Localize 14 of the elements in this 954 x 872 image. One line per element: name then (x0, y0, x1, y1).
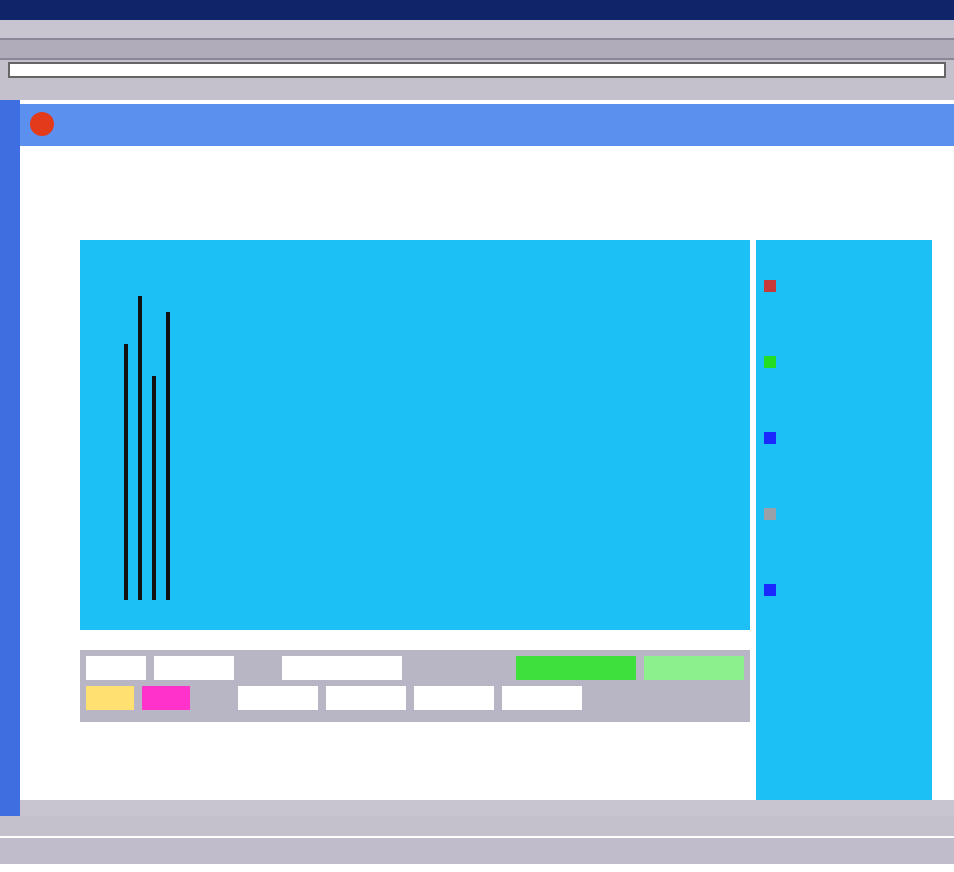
input-field[interactable] (414, 686, 494, 710)
address-field[interactable] (8, 62, 946, 78)
action-button[interactable] (516, 656, 636, 680)
input-field[interactable] (502, 686, 582, 710)
color-swatch[interactable] (142, 686, 190, 710)
logo-icon (28, 112, 56, 137)
input-field[interactable] (86, 656, 146, 680)
input-field[interactable] (326, 686, 406, 710)
color-swatch[interactable] (86, 686, 134, 710)
select-field[interactable] (282, 656, 402, 680)
scroll-bar[interactable] (20, 800, 954, 816)
input-field[interactable] (154, 656, 234, 680)
input-field[interactable] (238, 686, 318, 710)
action-button[interactable] (644, 656, 744, 680)
